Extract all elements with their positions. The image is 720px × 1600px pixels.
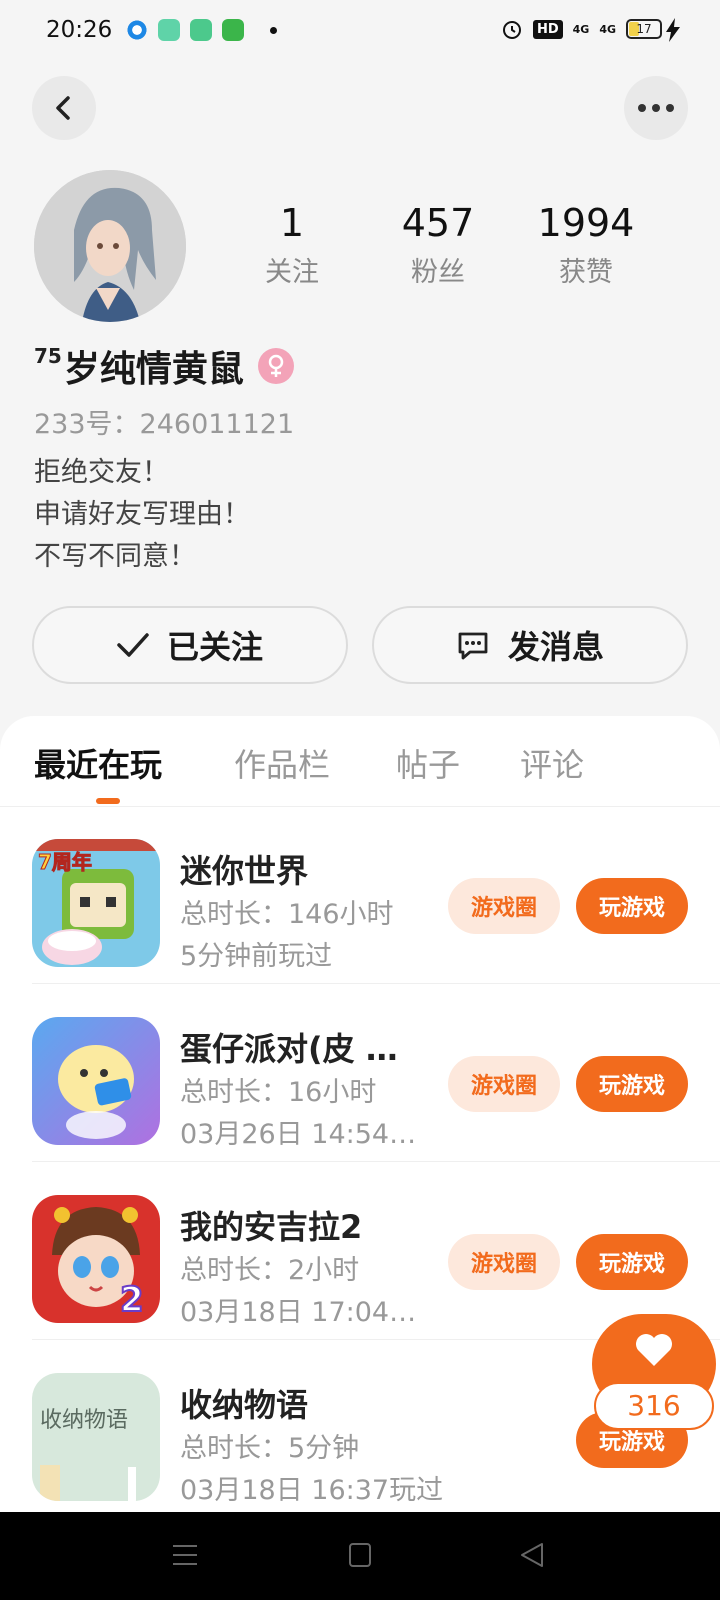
- heart-icon: [636, 1334, 672, 1366]
- notification-icons: [126, 19, 277, 41]
- more-dots-icon: [638, 104, 674, 112]
- play-game-button[interactable]: 玩游戏: [576, 878, 688, 934]
- avatar-image: [34, 170, 186, 322]
- likes-count: 1994: [537, 201, 635, 245]
- home-icon[interactable]: [348, 1542, 372, 1568]
- game-list-item[interactable]: 蛋仔派对(皮 … 总时长：16小时 03月26日 14:54… 游戏圈 玩游戏: [0, 984, 720, 1162]
- chat-bubble-icon: [458, 632, 488, 660]
- bio-line: 拒绝交友！: [34, 457, 169, 488]
- likes-stat[interactable]: 1994 获赞: [526, 200, 646, 289]
- following-button-label: 已关注: [166, 628, 263, 666]
- followers-label: 粉丝: [411, 257, 465, 288]
- avatar[interactable]: [34, 170, 186, 322]
- phone-app-icon: [190, 19, 212, 41]
- username: 岁纯情黄鼠: [63, 349, 244, 390]
- play-game-button[interactable]: 玩游戏: [576, 1056, 688, 1112]
- like-button[interactable]: 316: [592, 1314, 716, 1434]
- mini-world-icon: 7周年: [32, 839, 160, 967]
- username-row: 75 岁纯情黄鼠: [34, 340, 294, 392]
- checkmark-icon: [117, 633, 149, 657]
- menu-icon[interactable]: [172, 1542, 198, 1568]
- tab-works[interactable]: 作品栏: [234, 740, 330, 786]
- storage-story-logo-text: 收纳物语: [40, 1408, 128, 1433]
- message-button-label: 发消息: [507, 628, 604, 666]
- message-button[interactable]: 发消息: [372, 606, 688, 684]
- game-duration: 总时长：5分钟: [180, 1433, 360, 1464]
- status-time: 20:26: [46, 17, 113, 43]
- storage-story-icon: 收纳物语: [32, 1373, 160, 1501]
- followers-stat[interactable]: 457 粉丝: [378, 200, 498, 289]
- tab-posts[interactable]: 帖子: [396, 740, 460, 786]
- play-game-button[interactable]: 玩游戏: [576, 1234, 688, 1290]
- bio-line: 申请好友写理由！: [34, 499, 250, 530]
- game-list-item[interactable]: 7周年 迷你世界 总时长：146小时 5分钟前玩过 游戏圈 玩游戏: [0, 806, 720, 984]
- bio-line: 不写不同意！: [34, 541, 196, 572]
- more-notifications-dot: [270, 26, 277, 34]
- bio: 拒绝交友！ 申请好友写理由！ 不写不同意！: [34, 452, 250, 578]
- following-button[interactable]: 已关注: [32, 606, 348, 684]
- active-tab-indicator: [96, 798, 120, 804]
- game-last-played: 03月26日 14:54…: [180, 1119, 417, 1150]
- game-circle-button[interactable]: 游戏圈: [448, 1234, 560, 1290]
- hd-voice-icon: HD: [532, 19, 563, 39]
- game-circle-button[interactable]: 游戏圈: [448, 878, 560, 934]
- eggy-party-icon: [32, 1017, 160, 1145]
- app-store-icon: [222, 19, 244, 41]
- game-last-played: 5分钟前玩过: [180, 941, 333, 972]
- game-title: 迷你世界: [180, 852, 309, 890]
- likes-label: 获赞: [559, 257, 613, 288]
- username-prefix: 75: [34, 344, 62, 368]
- system-status-icons: HD 4G 4G 17: [501, 18, 662, 40]
- game-title: 蛋仔派对(皮 …: [180, 1030, 398, 1068]
- followers-count: 457: [401, 201, 475, 245]
- user-id: 233号：246011121: [34, 409, 295, 440]
- game-duration: 总时长：16小时: [180, 1077, 377, 1108]
- tab-comments[interactable]: 评论: [520, 740, 584, 786]
- back-button[interactable]: [32, 76, 96, 140]
- game-title: 我的安吉拉2: [180, 1208, 363, 1246]
- app-notification-icon: [158, 19, 180, 41]
- battery-icon: 17: [626, 19, 662, 39]
- following-label: 关注: [265, 257, 319, 288]
- game-last-played: 03月18日 16:37玩过: [180, 1475, 444, 1506]
- game-duration: 总时长：2小时: [180, 1255, 360, 1286]
- my-angela-2-icon: 2: [32, 1195, 160, 1323]
- more-options-button[interactable]: [624, 76, 688, 140]
- tab-recently-played[interactable]: 最近在玩: [34, 740, 162, 786]
- female-gender-icon: [257, 348, 294, 384]
- back-nav-icon[interactable]: [520, 1542, 544, 1568]
- status-bar: 20:26 HD 4G 4G 17: [0, 0, 720, 64]
- following-count: 1: [279, 201, 305, 245]
- signal-icon: 4G: [572, 22, 590, 36]
- alarm-icon: [502, 21, 521, 39]
- game-duration: 总时长：146小时: [180, 899, 394, 930]
- chevron-left-icon: [56, 96, 70, 120]
- game-title: 收纳物语: [180, 1386, 309, 1424]
- system-navigation-bar: [0, 1512, 720, 1600]
- game-circle-button[interactable]: 游戏圈: [448, 1056, 560, 1112]
- following-stat[interactable]: 1 关注: [232, 200, 352, 289]
- anniversary-badge: 7周年: [38, 850, 92, 874]
- signal-icon: 4G: [599, 22, 616, 36]
- charging-icon: [666, 18, 680, 42]
- like-count: 316: [594, 1382, 714, 1430]
- battery-level: 17: [636, 22, 652, 36]
- sequel-badge: 2: [120, 1280, 144, 1320]
- game-last-played: 03月18日 17:04…: [180, 1297, 417, 1328]
- app-notification-icon: [126, 19, 148, 41]
